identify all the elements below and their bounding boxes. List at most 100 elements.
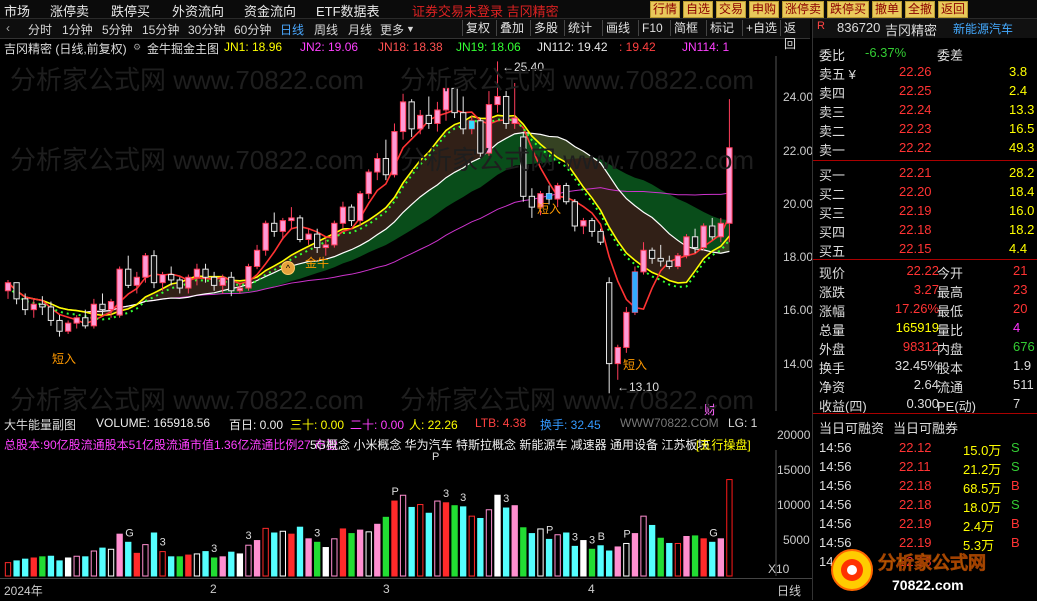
menu-limit-down-buy[interactable]: 跌停买 (111, 1, 150, 20)
btn-quote[interactable]: 行情 (650, 1, 681, 18)
tick-side: B (1011, 478, 1020, 493)
volume-mark: P (546, 524, 553, 536)
volume-bar (468, 515, 475, 577)
ask-volume: 2.4 (1009, 83, 1028, 98)
candle-body (648, 249, 656, 259)
ask-row[interactable]: 卖四 22.25 2.4 (813, 82, 1037, 101)
period-daily[interactable]: 日线 (280, 21, 304, 38)
tool-adjust[interactable]: 复权 (462, 20, 493, 36)
candle-body (150, 255, 158, 284)
tool-return[interactable]: 返回 (780, 20, 810, 51)
tool-mark[interactable]: 标记 (706, 20, 737, 36)
stock-sector[interactable]: 新能源汽车 (953, 20, 1013, 37)
candle-body (185, 276, 192, 289)
volume-bar (13, 560, 20, 577)
vol-tick-15000: 15000 (777, 463, 811, 477)
period-30min[interactable]: 30分钟 (188, 21, 225, 38)
stat-value-2: 21 (1013, 263, 1028, 278)
period-15min[interactable]: 15分钟 (142, 21, 179, 38)
volume-chart[interactable]: G333 3P 3 3 3P3 3 B P GP (0, 450, 812, 578)
x-tick-apr: 4 (588, 582, 595, 596)
btn-watchlist[interactable]: 自选 (683, 1, 714, 18)
period-monthly[interactable]: 月线 (348, 21, 372, 38)
period-60min[interactable]: 60分钟 (234, 21, 271, 38)
menu-foreign-flow[interactable]: 外资流向 (172, 1, 224, 20)
tool-stats[interactable]: 统计 (564, 20, 595, 36)
menu-fund-flow[interactable]: 资金流向 (244, 1, 296, 20)
candle-body (176, 279, 183, 289)
jn1-value: JN1: 18.96 (224, 40, 283, 54)
candle-body (13, 282, 20, 300)
ask-row[interactable]: 卖五 ¥ 22.26 3.8 (813, 63, 1037, 82)
tool-draw-line[interactable]: 画线 (602, 20, 633, 36)
candle-body (726, 147, 733, 224)
volume-bar (485, 509, 493, 577)
stat-label-2: 股本 (937, 361, 964, 376)
volume-bar (425, 512, 432, 577)
stat-value: 22.22 (906, 263, 939, 278)
bid-row[interactable]: 买四 22.18 18.2 (813, 221, 1037, 240)
period-more[interactable]: 更多 (380, 21, 404, 38)
candle-body (82, 317, 89, 327)
menu-limit-up-sell[interactable]: 涨停卖 (50, 1, 89, 20)
candle-body (554, 185, 561, 200)
gear-icon[interactable]: ⚙ (133, 42, 141, 53)
ltb-value: LTB: 4.38 (475, 416, 527, 430)
bull-icon: ^ (281, 261, 295, 275)
ask-row[interactable]: 卖二 22.23 16.5 (813, 120, 1037, 139)
tool-add-watchlist[interactable]: +自选 (742, 20, 780, 36)
volume-bar (185, 554, 192, 577)
bid-row[interactable]: 买五 22.15 4.4 (813, 240, 1037, 259)
tab-margin-short[interactable]: 当日可融券 (893, 418, 958, 437)
btn-ipo[interactable]: 申购 (749, 1, 780, 18)
volume-bar (245, 544, 252, 577)
menu-market[interactable]: 市场 (4, 1, 30, 20)
tool-simple-frame[interactable]: 简框 (670, 20, 701, 36)
period-weekly[interactable]: 周线 (314, 21, 338, 38)
tick-row: 14:56 22.18 68.5万 B (813, 477, 1037, 496)
tool-multi-stock[interactable]: 多股 (530, 20, 561, 36)
candle-body (425, 114, 432, 124)
bid-row[interactable]: 买二 22.20 18.4 (813, 183, 1037, 202)
volume-bar (56, 560, 63, 577)
weibi-row: 委比 -6.37% 委差 (819, 45, 964, 63)
ask-row[interactable]: 卖三 22.24 13.3 (813, 101, 1037, 120)
period-intraday[interactable]: 分时 (28, 21, 52, 38)
tool-f10[interactable]: F10 (638, 20, 666, 36)
btn-limit-down-buy[interactable]: 跌停买 (827, 1, 870, 18)
btn-cancel-all[interactable]: 全撤 (905, 1, 936, 18)
candlestick-chart[interactable] (0, 56, 812, 411)
volume-bar (365, 531, 372, 577)
jn114-value: JN114: 1 (682, 40, 730, 54)
volume-mark: G (709, 527, 718, 539)
volume-bar (228, 551, 235, 577)
tab-margin-finance[interactable]: 当日可融资 (819, 418, 884, 437)
stat-label: 换手 (819, 361, 846, 376)
sub-title[interactable]: 大牛能量副图 (4, 416, 76, 433)
chevron-down-icon[interactable]: ▼ (406, 24, 415, 34)
btn-cancel-order[interactable]: 撤单 (872, 1, 903, 18)
ask-row[interactable]: 卖一 22.22 49.3 (813, 139, 1037, 158)
bid-label: 买四 (819, 225, 846, 240)
tool-overlay[interactable]: 叠加 (496, 20, 527, 36)
period-1min[interactable]: 1分钟 (62, 21, 93, 38)
bid-row[interactable]: 买一 22.21 28.2 (813, 164, 1037, 183)
btn-return-top[interactable]: 返回 (938, 1, 969, 18)
bid-row[interactable]: 买三 22.19 16.0 (813, 202, 1037, 221)
login-notice[interactable]: 证券交易未登录 吉冈精密 (412, 1, 559, 20)
indicator-name[interactable]: 金牛掘金主图 (147, 40, 219, 57)
candle-body (700, 225, 707, 249)
volume-bar (494, 494, 501, 577)
btn-trade[interactable]: 交易 (716, 1, 747, 18)
stock-name: 吉冈精密 (885, 23, 938, 38)
volume-mark: 3 (503, 493, 509, 505)
period-5min[interactable]: 5分钟 (102, 21, 133, 38)
btn-limit-up-sell[interactable]: 涨停卖 (782, 1, 825, 18)
candle-body (674, 255, 682, 267)
collapse-icon[interactable]: ‹ (6, 21, 10, 35)
bid-price: 22.20 (899, 184, 932, 199)
menu-etf-table[interactable]: ETF数据表 (316, 1, 380, 20)
volume-mark: 3 (160, 537, 166, 549)
x-axis-mode[interactable]: 日线 (777, 582, 801, 599)
candle-body (99, 303, 106, 311)
